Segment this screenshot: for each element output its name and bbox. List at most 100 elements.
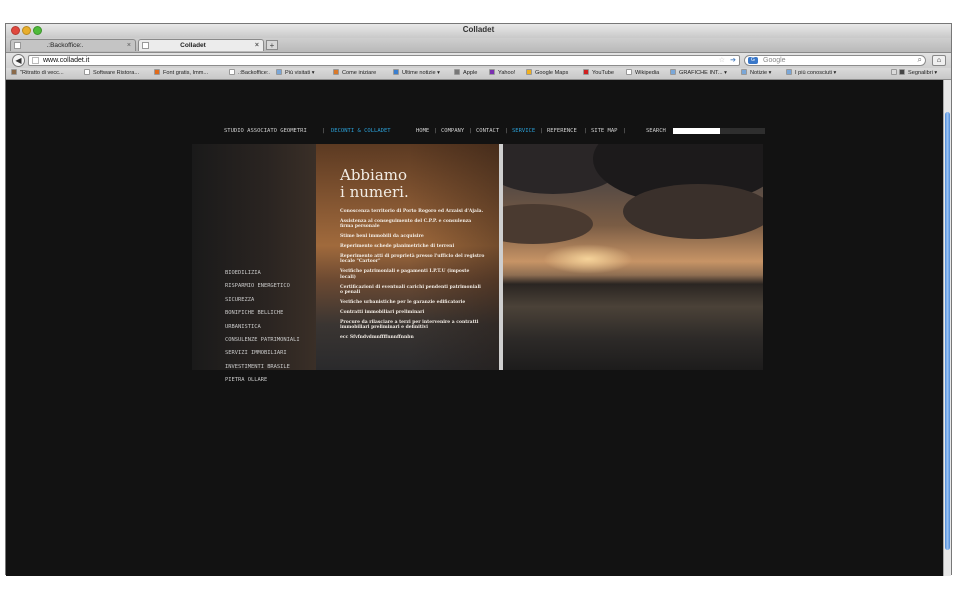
title-bar[interactable]: Colladet <box>6 24 951 39</box>
search-field[interactable]: G Google ⌕ <box>744 55 926 66</box>
rss-icon <box>393 69 399 75</box>
hero-title-line1: Abbiamo <box>340 166 408 184</box>
google-engine-icon[interactable]: G <box>748 57 758 64</box>
service-item: Conoscenza territorio di Porto Rogoro ed… <box>340 209 484 214</box>
url-text[interactable]: www.colladet.it <box>43 56 89 65</box>
nav-separator: | <box>623 128 627 134</box>
address-bar[interactable]: www.colladet.it ☆ ➔ <box>28 55 740 66</box>
bookmark-item[interactable]: GRAFICHE INT... ▾ <box>670 69 727 78</box>
tab-colladet[interactable]: Colladet × <box>138 39 264 51</box>
bookmark-item[interactable]: I più conosciuti ▾ <box>786 69 836 78</box>
bookmark-item[interactable]: YouTube <box>583 69 614 78</box>
new-tab-button[interactable]: + <box>266 40 278 50</box>
bookmark-item[interactable]: Come iniziare <box>333 69 376 78</box>
service-item: Certificazioni di eventuali carichi pend… <box>340 284 481 295</box>
navigation-bar: ◀ www.colladet.it ☆ ➔ G Google ⌕ ⌂ <box>6 53 951 68</box>
site-search-label: SEARCH <box>646 128 666 134</box>
site-nav-studio[interactable]: STUDIO ASSOCIATO GEOMETRI <box>224 126 307 136</box>
menu-item-consulenze-patrimoniali[interactable]: CONSULENZE PATRIMONIALI <box>225 335 300 348</box>
nav-separator: | <box>322 128 326 134</box>
hero-title-line2: i numeri. <box>340 183 409 201</box>
bookmark-item[interactable]: Wikipedia <box>626 69 659 78</box>
menu-item-sicurezza[interactable]: SICUREZZA <box>225 295 300 308</box>
maps-icon <box>526 69 532 75</box>
tab-label: .:Backoffice:. <box>46 42 84 49</box>
bookmark-label: Google Maps <box>535 70 569 76</box>
bookmarks-icon <box>899 69 905 75</box>
scrollbar-thumb[interactable] <box>945 112 950 550</box>
bookmark-item[interactable]: Ultime notizie ▾ <box>393 69 440 78</box>
font-site-icon <box>154 69 160 75</box>
folder-icon <box>741 69 747 75</box>
back-button[interactable]: ◀ <box>12 54 25 67</box>
bookmark-label: GRAFICHE INT... ▾ <box>679 70 727 76</box>
site-search-input[interactable] <box>673 128 720 134</box>
tab-label: Colladet <box>180 42 206 49</box>
sun-glow <box>543 244 633 274</box>
site-nav-brand[interactable]: DECONTI & COLLADET <box>331 126 391 136</box>
site-search-submit[interactable] <box>720 128 765 134</box>
bookmark-label: Segnalibri ▾ <box>908 70 938 76</box>
nav-separator: | <box>505 128 509 134</box>
youtube-icon <box>583 69 589 75</box>
go-arrow-icon[interactable]: ➔ <box>730 56 736 65</box>
bookmark-item[interactable]: Più visitati ▾ <box>276 69 315 78</box>
search-icon[interactable]: ⌕ <box>918 55 922 65</box>
service-item: ecc Sfvfndvdmnffffnnnffnnbn <box>340 335 414 341</box>
bookmark-label: Apple <box>463 70 478 76</box>
bookmark-label: Yahoo! <box>498 70 516 76</box>
cloud-shape <box>503 204 593 244</box>
bookmark-item[interactable]: Apple <box>454 69 477 78</box>
service-item: Assistenza al conseguimento del C.P.P. e… <box>340 219 472 230</box>
service-item: Stime beni immobili da acquisire <box>340 234 424 240</box>
apple-icon <box>454 69 460 75</box>
folder-icon <box>786 69 792 75</box>
bookmark-item[interactable]: Segnalibri ▾ <box>899 69 937 78</box>
chevrons-icon <box>891 69 897 75</box>
close-tab-icon[interactable]: × <box>127 40 131 51</box>
window-title: Colladet <box>462 25 495 34</box>
bookmark-item[interactable]: Font gratis, Imm... <box>154 69 208 78</box>
folder-icon <box>276 69 282 75</box>
firefox-icon <box>333 69 339 75</box>
menu-item-servizi-immobiliari[interactable]: SERVIZI IMMOBILIARI <box>225 348 300 361</box>
bookmark-label: Come iniziare <box>342 70 377 76</box>
hero-title: Abbiamo i numeri. <box>340 167 409 201</box>
bookmark-label: Wikipedia <box>635 70 660 76</box>
bookmarks-bar: "Ritratto di vecc... Software Ristora... F… <box>6 68 951 80</box>
services-list: Conoscenza territorio di Porto Rogoro ed… <box>340 209 485 345</box>
menu-item-investimenti-brasile[interactable]: INVESTIMENTI BRASILE <box>225 362 300 375</box>
bookmark-label: Ultime notizie ▾ <box>402 70 440 76</box>
tab-strip: .:Backoffice:. × Colladet × + <box>6 38 951 53</box>
site-nav-service[interactable]: SERVICE <box>512 126 535 136</box>
site-nav-company[interactable]: COMPANY <box>441 126 464 136</box>
menu-item-bioedilizia[interactable]: BIOEDILIZIA <box>225 268 300 281</box>
site-nav-sitemap[interactable]: SITE MAP <box>591 126 618 136</box>
site-nav-reference[interactable]: REFERENCE <box>547 126 577 136</box>
hero-banner: Abbiamo i numeri. Conoscenza territorio … <box>192 144 763 383</box>
page-icon <box>626 69 632 75</box>
bookmark-star-icon[interactable]: ☆ <box>719 56 725 65</box>
menu-item-risparmio-energetico[interactable]: RISPARMIO ENERGETICO <box>225 281 300 294</box>
page-icon <box>84 69 90 75</box>
bookmark-item[interactable]: .:Backoffice:. <box>229 69 270 78</box>
menu-item-urbanistica[interactable]: URBANISTICA <box>225 322 300 335</box>
site-nav-contact[interactable]: CONTACT <box>476 126 499 136</box>
bookmark-item[interactable]: Software Ristora... <box>84 69 139 78</box>
tab-backoffice[interactable]: .:Backoffice:. × <box>10 39 136 51</box>
vertical-scrollbar[interactable] <box>943 80 951 576</box>
bookmark-item[interactable]: Yahoo! <box>489 69 515 78</box>
service-item: Contratti immobiliari preliminari <box>340 309 425 315</box>
site-nav-home[interactable]: HOME <box>416 126 429 136</box>
menu-item-pietra-ollare[interactable]: PIETRA OLLARE <box>225 375 300 388</box>
menu-item-bonifiche-belliche[interactable]: BONIFICHE BELLICHE <box>225 308 300 321</box>
sunset-sea-photo <box>503 144 763 370</box>
service-menu: BIOEDILIZIA RISPARMIO ENERGETICO SICUREZ… <box>225 268 300 389</box>
home-button[interactable]: ⌂ <box>932 55 946 66</box>
close-tab-icon[interactable]: × <box>255 40 259 51</box>
bookmark-item[interactable]: "Ritratto di vecc... <box>11 69 64 78</box>
bookmark-label: I più conosciuti ▾ <box>795 70 837 76</box>
service-item: Procure da rilasciare a terzi per interv… <box>340 319 479 331</box>
bookmark-item[interactable]: Google Maps <box>526 69 568 78</box>
bookmark-item[interactable]: Notizie ▾ <box>741 69 771 78</box>
